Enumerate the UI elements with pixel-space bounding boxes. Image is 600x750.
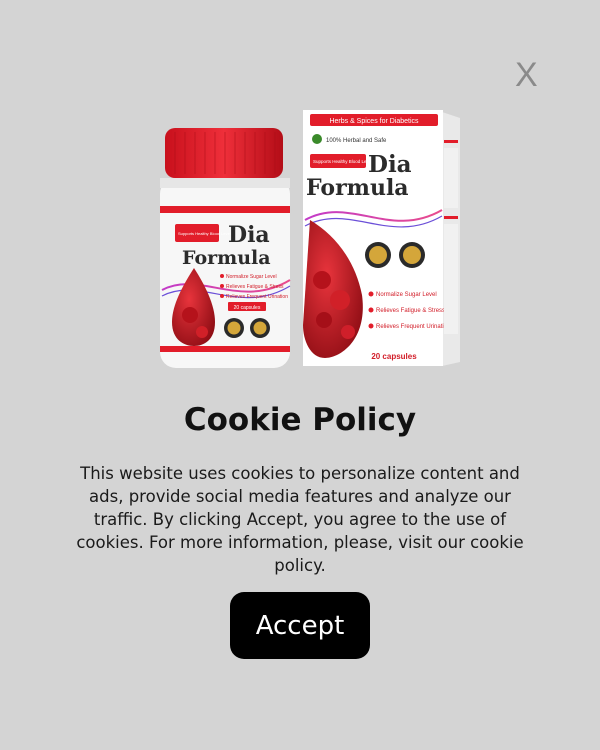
box-benefit-3: Relieves Frequent Urination bbox=[376, 324, 450, 330]
box-tagline: Supports Healthy Blood Level bbox=[313, 159, 372, 164]
product-jar: Supports Healthy Blood Level Dia Formula… bbox=[160, 128, 291, 368]
product-image: Herbs & Spices for Diabetics 100% Herbal… bbox=[160, 110, 460, 368]
box-name-1: Dia bbox=[368, 151, 412, 178]
jar-benefit-3: Relieves Frequent Urination bbox=[226, 294, 288, 300]
jar-name-2: Formula bbox=[182, 247, 271, 269]
jar-benefit-1: Normalize Sugar Level bbox=[226, 274, 277, 280]
jar-count: 20 capsules bbox=[234, 305, 261, 311]
box-banner: Herbs & Spices for Diabetics bbox=[329, 118, 419, 125]
box-benefit-1: Normalize Sugar Level bbox=[376, 292, 437, 298]
box-benefit-2: Relieves Fatigue & Stress bbox=[376, 308, 445, 314]
box-count: 20 capsules bbox=[371, 352, 417, 361]
cookie-policy-title: Cookie Policy bbox=[183, 402, 417, 438]
jar-tagline: Supports Healthy Blood Level bbox=[178, 231, 231, 236]
close-button[interactable]: X bbox=[515, 58, 538, 92]
jar-benefit-2: Relieves Fatigue & Stress bbox=[226, 284, 284, 290]
box-name-2: Formula bbox=[306, 175, 409, 201]
jar-name-1: Dia bbox=[228, 222, 270, 248]
accept-button[interactable]: Accept bbox=[230, 592, 370, 659]
cookie-policy-description: This website uses cookies to personalize… bbox=[76, 464, 524, 575]
product-box: Herbs & Spices for Diabetics 100% Herbal… bbox=[303, 110, 460, 366]
box-herbal: 100% Herbal and Safe bbox=[326, 138, 387, 144]
